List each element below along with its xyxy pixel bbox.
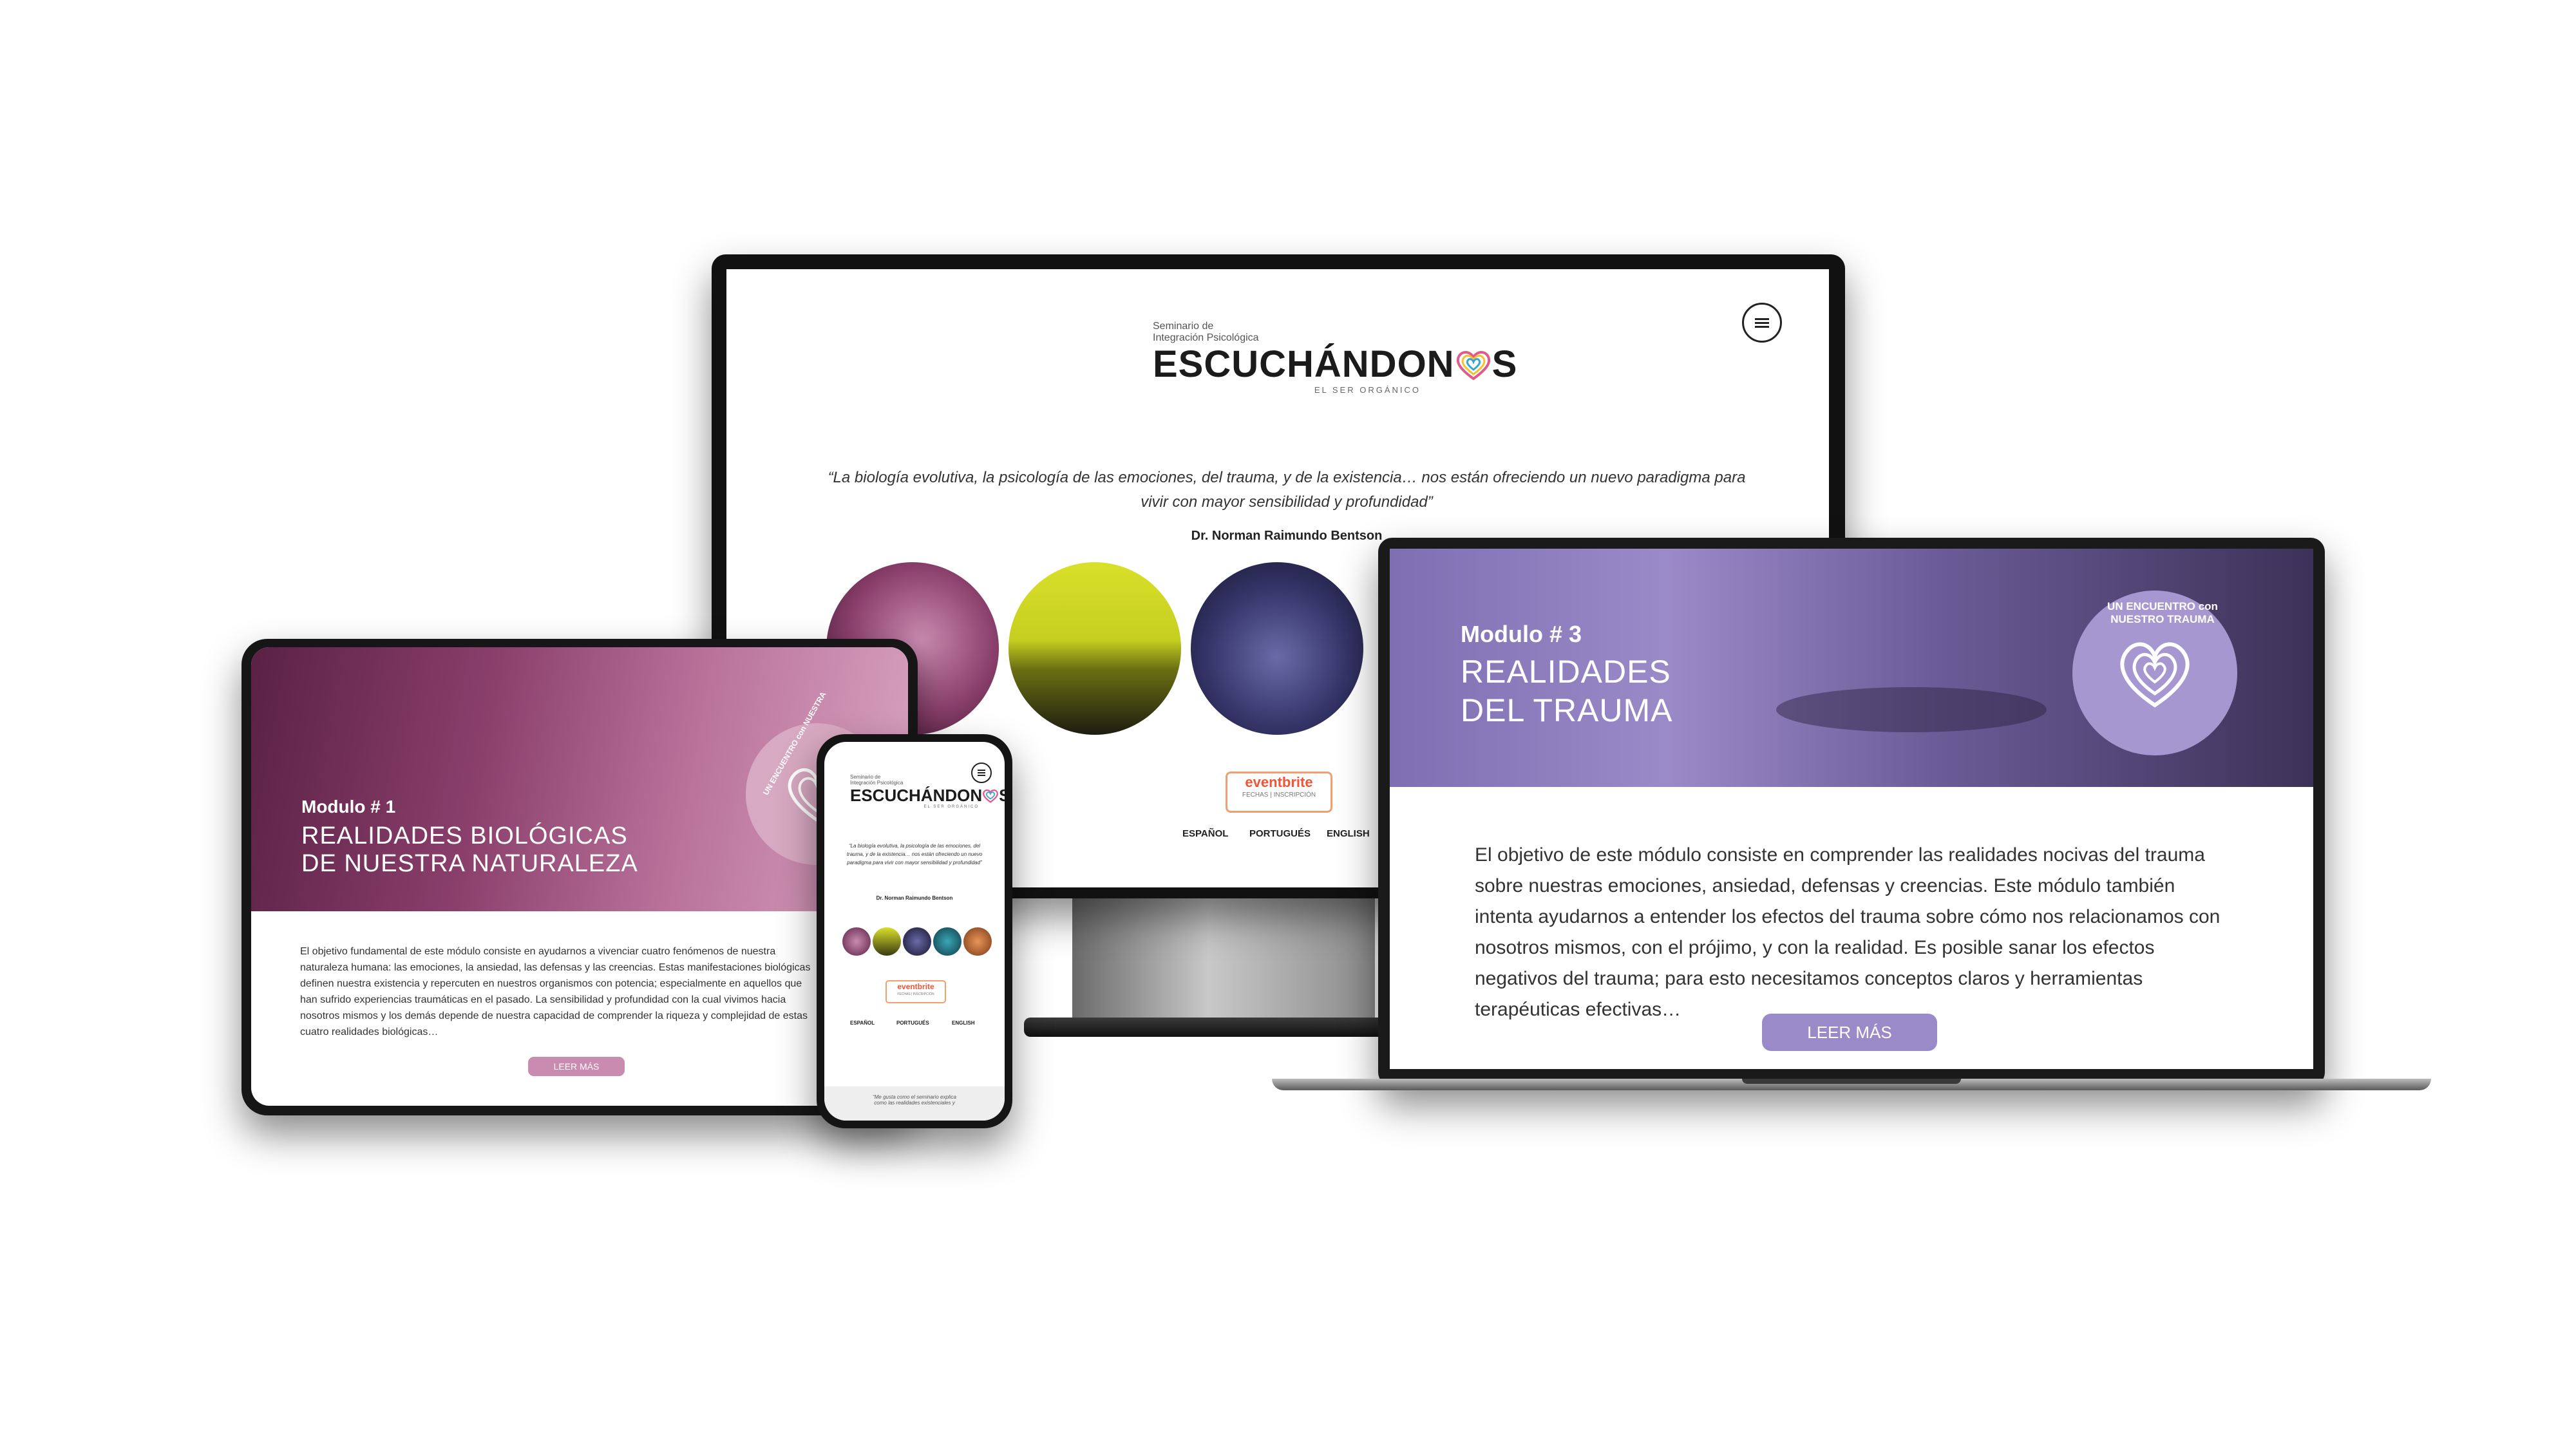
phone-eventbrite-sub: FECHAS | INSCRIPCIÓN: [897, 992, 934, 996]
phone-brand-title-part1: ESCUCHÁNDON: [850, 786, 983, 805]
laptop-notch: [1742, 1079, 1961, 1084]
phone-lang-espanol[interactable]: ESPAÑOL: [850, 1020, 875, 1026]
tablet-body-text: El objetivo fundamental de este módulo c…: [300, 946, 811, 1037]
brand-title: ESCUCHÁNDON S: [1153, 344, 1517, 385]
phone-photo-1: [842, 927, 871, 956]
eventbrite-sub: FECHAS | INSCRIPCIÓN: [1242, 791, 1316, 799]
phone-eventbrite-button[interactable]: eventbrite FECHAS | INSCRIPCIÓN: [886, 980, 946, 1003]
laptop-screen: Modulo # 3 REALIDADES DEL TRAUMA UN ENCU…: [1390, 549, 2313, 1069]
phone-hero-quote: “La biología evolutiva, la psicología de…: [846, 843, 983, 866]
phone-heart-logo-icon: [983, 789, 999, 803]
tablet-module-label: Modulo # 1: [301, 797, 396, 817]
phone-eventbrite-label: eventbrite: [897, 982, 934, 991]
brand-title-part1: ESCUCHÁNDON: [1153, 343, 1455, 385]
laptop-badge-text: UN ENCUENTRO con NUESTRO TRAUMA: [2107, 600, 2218, 625]
phone-hamburger-icon: [978, 768, 985, 777]
tablet-module-title-1: REALIDADES BIOLÓGICAS: [301, 822, 628, 849]
phone-menu-button[interactable]: [971, 762, 992, 783]
lang-english[interactable]: ENGLISH: [1327, 828, 1370, 839]
phone-brand-pre-line2: Integración Psicológica: [850, 780, 904, 786]
laptop-body-text: El objetivo de este módulo consiste en c…: [1475, 844, 2221, 1020]
brand-title-part2: S: [1492, 343, 1518, 385]
brand-logo[interactable]: Seminario de Integración Psicológica ESC…: [1153, 321, 1517, 424]
menu-button[interactable]: [1742, 303, 1782, 343]
lang-portugues[interactable]: PORTUGUÉS: [1249, 828, 1311, 839]
photo-young-man: [1191, 562, 1363, 735]
phone-photo-5: [963, 927, 992, 956]
phone-lang-portugues[interactable]: PORTUGUÉS: [896, 1020, 929, 1026]
phone-lang-english[interactable]: ENGLISH: [952, 1020, 975, 1026]
eventbrite-label: eventbrite: [1245, 774, 1313, 790]
phone-photo-3: [903, 927, 931, 956]
phone-quote-author: Dr. Norman Raimundo Bentson: [876, 895, 953, 901]
tablet-read-more-button[interactable]: LEER MÁS: [528, 1057, 625, 1076]
phone-photo-2: [873, 927, 901, 956]
phone-brand-logo[interactable]: Seminario de Integración Psicológica ESC…: [850, 774, 1005, 809]
laptop-module-title-1: REALIDADES: [1461, 654, 1671, 690]
hero-quote: “La biología evolutiva, la psicología de…: [828, 469, 1746, 511]
phone-photo-4: [933, 927, 961, 956]
laptop-module-label: Modulo # 3: [1461, 621, 1582, 647]
brand-pre-line2: Integración Psicológica: [1153, 332, 1259, 343]
heart-logo-icon: [1456, 351, 1490, 381]
phone-footer-line1: “Me gusta como el seminario explica: [873, 1094, 956, 1100]
monitor-stand-base: [1024, 1018, 1423, 1037]
lang-espanol[interactable]: ESPAÑOL: [1182, 828, 1228, 839]
laptop-module-title-2: DEL TRAUMA: [1461, 692, 1673, 728]
hamburger-icon: [1755, 316, 1769, 330]
phone-brand-title-part2: S: [999, 786, 1005, 805]
phone-screen: Seminario de Integración Psicológica ESC…: [824, 742, 1005, 1121]
phone-footer-line2: como las realidades existenciales y: [874, 1100, 955, 1106]
brand-pre-line1: Seminario de: [1153, 321, 1214, 332]
tablet-screen: Modulo # 1 REALIDADES BIOLÓGICAS DE NUES…: [251, 647, 908, 1106]
phone-brand-pre-line1: Seminario de: [850, 774, 881, 780]
photo-landscape: [1009, 562, 1181, 735]
brand-subtitle: EL SER ORGÁNICO: [1314, 385, 1421, 395]
monitor-stand-neck: [1072, 895, 1375, 1024]
lips-shape: [1776, 687, 2047, 732]
phone-brand-title: ESCUCHÁNDON S: [850, 786, 1005, 805]
tablet-module-title-2: DE NUESTRA NATURALEZA: [301, 850, 638, 877]
phone-brand-subtitle: EL SER ORGÁNICO: [923, 805, 979, 809]
phone-testimonial-section: “Me gusta como el seminario explica como…: [824, 1086, 1005, 1121]
laptop-read-more-button[interactable]: LEER MÁS: [1762, 1014, 1937, 1051]
eventbrite-button[interactable]: eventbrite FECHAS | INSCRIPCIÓN: [1226, 772, 1332, 813]
